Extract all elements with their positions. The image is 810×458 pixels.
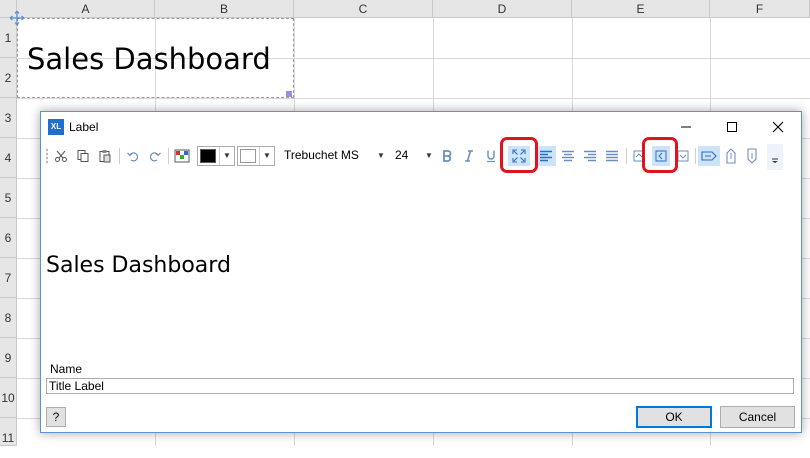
highlight-valign-middle (642, 137, 678, 173)
cut-button[interactable] (51, 146, 71, 166)
fill-color-swatch (240, 149, 256, 163)
rotate-up-button[interactable] (722, 146, 740, 166)
grid-line (17, 98, 810, 99)
dialog-title: Label (69, 120, 99, 134)
toolbar-separator (695, 148, 696, 164)
italic-button[interactable] (459, 146, 479, 166)
column-header-c[interactable]: C (294, 0, 433, 18)
column-header-b[interactable]: B (155, 0, 294, 18)
column-header-a[interactable]: A (17, 0, 155, 18)
undo-button[interactable] (123, 146, 143, 166)
resize-handle[interactable] (286, 91, 292, 97)
copy-button[interactable] (73, 146, 93, 166)
rotate-down-button[interactable] (743, 146, 761, 166)
label-preview-text[interactable]: Sales Dashboard (46, 253, 231, 278)
font-dropdown-icon[interactable]: ▼ (377, 151, 385, 160)
underline-button[interactable] (481, 146, 501, 166)
toolbar-separator (626, 148, 627, 164)
maximize-icon (727, 122, 737, 132)
redo-icon (149, 152, 161, 162)
chevron-down-icon: ▼ (219, 147, 234, 165)
app-logo-icon: XL (48, 119, 64, 135)
row-header-8[interactable]: 8 (0, 298, 17, 338)
rotate-down-icon (747, 148, 757, 164)
column-header-d[interactable]: D (433, 0, 572, 18)
bold-button[interactable] (437, 146, 457, 166)
toolbar-separator (119, 148, 120, 164)
row-header-7[interactable]: 7 (0, 258, 17, 298)
ok-button[interactable]: OK (636, 406, 712, 428)
align-center-icon (562, 150, 574, 162)
justify-button[interactable] (602, 146, 622, 166)
maximize-button[interactable] (709, 112, 755, 142)
font-name-select[interactable]: Trebuchet MS (284, 148, 359, 162)
redo-button[interactable] (145, 146, 165, 166)
fill-color-picker[interactable]: ▼ (237, 146, 275, 166)
paste-icon (99, 150, 111, 163)
formatting-toolbar: ▼ ▼ Trebuchet MS ▼ 24 ▼ (41, 137, 801, 173)
align-left-icon (540, 150, 552, 162)
name-field[interactable] (46, 378, 794, 394)
row-header-9[interactable]: 9 (0, 338, 17, 378)
text-color-swatch (200, 149, 216, 163)
overflow-icon (772, 158, 778, 163)
minimize-icon (681, 126, 691, 128)
text-color-picker[interactable]: ▼ (197, 146, 235, 166)
text-direction-icon (701, 151, 717, 161)
format-cells-icon (174, 149, 190, 163)
bold-icon (443, 150, 452, 162)
sheet-label-text[interactable]: Sales Dashboard (27, 42, 271, 76)
justify-icon (606, 150, 618, 162)
row-header-3[interactable]: 3 (0, 98, 17, 138)
copy-icon (77, 150, 89, 162)
valign-bottom-icon (677, 150, 689, 162)
underline-icon (487, 150, 495, 163)
undo-icon (127, 152, 139, 162)
help-button[interactable]: ? (46, 407, 66, 427)
text-direction-button[interactable] (698, 146, 720, 166)
chevron-down-icon: ▼ (259, 147, 274, 165)
row-header-4[interactable]: 4 (0, 138, 17, 178)
paste-button[interactable] (95, 146, 115, 166)
row-header-5[interactable]: 5 (0, 178, 17, 218)
rotate-up-icon (726, 148, 736, 164)
cancel-button[interactable]: Cancel (720, 406, 795, 428)
align-left-button[interactable] (536, 146, 556, 166)
align-right-button[interactable] (580, 146, 600, 166)
name-field-label: Name (50, 362, 83, 376)
cut-icon (55, 150, 67, 162)
toolbar-grip[interactable] (46, 148, 48, 164)
move-icon[interactable] (9, 10, 25, 26)
italic-icon (465, 150, 473, 162)
dialog-titlebar[interactable]: XL Label (41, 112, 801, 142)
size-dropdown-icon[interactable]: ▼ (425, 151, 433, 160)
row-header-6[interactable]: 6 (0, 218, 17, 258)
column-header-f[interactable]: F (710, 0, 810, 18)
close-button[interactable] (755, 112, 801, 142)
column-header-e[interactable]: E (572, 0, 710, 18)
font-size-select[interactable]: 24 (395, 148, 408, 162)
close-icon (772, 121, 784, 133)
align-right-icon (584, 150, 596, 162)
highlight-fit-text (500, 137, 538, 173)
row-header-2[interactable]: 2 (0, 58, 17, 98)
format-cells-button[interactable] (172, 146, 192, 166)
label-dialog: XL Label ▼ ▼ Trebuchet MS ▼ 24 ▼ Sales D… (40, 111, 802, 433)
toolbar-separator (168, 148, 169, 164)
row-header-10[interactable]: 10 (0, 378, 17, 418)
row-header-11[interactable]: 11 (0, 418, 17, 446)
align-center-button[interactable] (558, 146, 578, 166)
toolbar-overflow-button[interactable] (767, 144, 783, 170)
